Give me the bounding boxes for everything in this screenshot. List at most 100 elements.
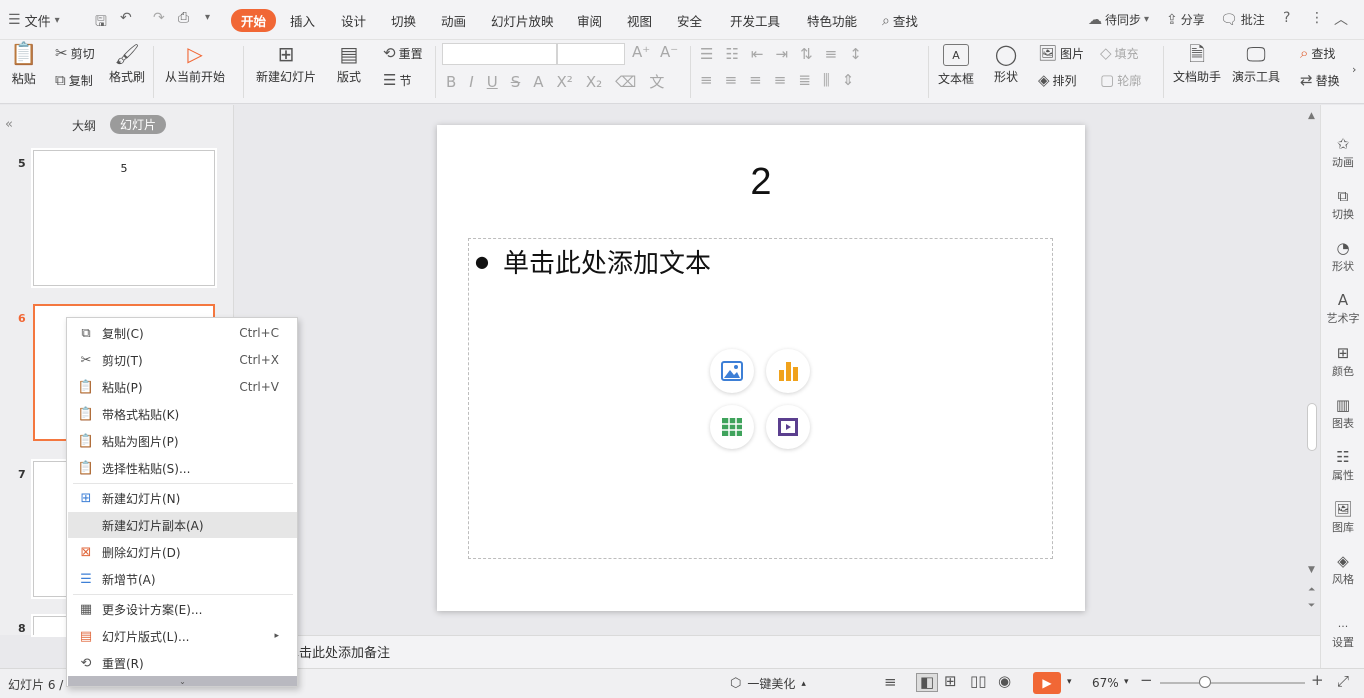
align-center-icon[interactable]: ≡ [725, 71, 738, 89]
comment-button[interactable]: 🗨 批注 [1220, 11, 1265, 28]
file-menu[interactable]: ☰ 文件 ▾ [8, 10, 60, 30]
picture-button[interactable]: 🖼 图片 [1038, 45, 1084, 62]
clear-format-icon[interactable]: ⌫ [615, 73, 636, 91]
chevron-down-icon[interactable]: ▾ [1124, 677, 1129, 687]
justify-icon[interactable]: ≡ [774, 71, 787, 89]
menu-item-duplicate-slide[interactable]: 新建幻灯片副本(A) [68, 512, 297, 538]
text-direction-icon[interactable]: ⇅ [800, 45, 813, 63]
cut-button[interactable]: ✂ 剪切 [55, 45, 95, 62]
decrease-font-icon[interactable]: A⁻ [660, 45, 678, 60]
tab-transition[interactable]: 切换 [391, 11, 416, 30]
reading-view-icon[interactable]: ▯▯ [970, 674, 987, 689]
find-button[interactable]: ⌕ 查找 [1300, 45, 1335, 62]
transition-pane-button[interactable]: ⧉ 切换 [1321, 189, 1364, 222]
zoom-out-icon[interactable]: − [1140, 673, 1153, 688]
gallery-pane-button[interactable]: 🖼 图库 [1321, 502, 1364, 535]
outline-button[interactable]: ▢ 轮廓 [1100, 72, 1141, 89]
style-pane-button[interactable]: ◈ 风格 [1321, 554, 1364, 587]
menu-item-delete-slide[interactable]: ⊠ 删除幻灯片(D) [68, 539, 297, 565]
subscript-icon[interactable]: X₂ [586, 73, 602, 91]
notes-pane[interactable]: 单击此处添加备注 [234, 635, 1320, 668]
play-slideshow-button[interactable]: ▶ [1033, 672, 1061, 694]
slide-sorter-icon[interactable]: ⊞ [944, 674, 957, 689]
previous-slide-icon[interactable]: ⏶ [1308, 585, 1315, 595]
undo-icon[interactable]: ↶ [120, 10, 132, 26]
doc-assistant-button[interactable]: 🗎 文档助手 [1173, 44, 1221, 85]
tab-developer[interactable]: 开发工具 [730, 11, 780, 30]
numbering-icon[interactable]: ☷ [725, 45, 738, 63]
print-icon[interactable]: ⎙ [178, 10, 189, 26]
slide-thumbnail[interactable]: 5 [33, 150, 215, 286]
italic-icon[interactable]: I [469, 73, 473, 91]
menu-item-copy[interactable]: ⧉ 复制(C) Ctrl+C [68, 320, 297, 346]
zoom-slider-thumb[interactable] [1199, 676, 1211, 688]
tab-features[interactable]: 特色功能 [807, 11, 857, 30]
zoom-in-icon[interactable]: + [1311, 673, 1324, 688]
slide-canvas[interactable]: 2 ● 单击此处添加文本 [437, 125, 1085, 611]
menu-item-cut[interactable]: ✂ 剪切(T) Ctrl+X [68, 347, 297, 373]
font-color-icon[interactable]: A [533, 73, 543, 91]
content-placeholder[interactable]: ● 单击此处添加文本 [468, 238, 1053, 559]
chart-pane-button[interactable]: ▥ 图表 [1321, 398, 1364, 431]
insert-video-button[interactable] [766, 405, 810, 449]
collapse-panel-icon[interactable]: « [5, 117, 13, 132]
decrease-indent-icon[interactable]: ⇤ [751, 45, 764, 63]
increase-font-icon[interactable]: A⁺ [632, 45, 650, 60]
search-button[interactable]: ⌕ 查找 [882, 11, 918, 30]
line-spacing-icon[interactable]: ↕ [849, 45, 862, 63]
menu-item-paste[interactable]: 📋 粘贴(P) Ctrl+V [68, 374, 297, 400]
next-slide-icon[interactable]: ⏷ [1308, 601, 1315, 611]
tab-design[interactable]: 设计 [341, 11, 366, 30]
copy-button[interactable]: ⧉ 复制 [55, 72, 93, 89]
distribute-icon[interactable]: ≣ [798, 71, 811, 89]
superscript-icon[interactable]: X² [557, 73, 573, 91]
play-from-current-button[interactable]: ▷ 从当前开始 [165, 44, 225, 85]
strikethrough-icon[interactable]: S [511, 73, 521, 91]
slide-title[interactable]: 2 [437, 161, 1085, 204]
fit-window-icon[interactable]: ⤢ [1337, 674, 1349, 689]
settings-pane-button[interactable]: ··· 设置 [1321, 621, 1364, 650]
vertical-align-icon[interactable]: ⇕ [842, 71, 855, 89]
help-icon[interactable]: ? [1283, 10, 1290, 26]
format-painter-button[interactable]: 🖌 格式刷 [109, 44, 145, 85]
scrollbar-thumb[interactable] [1307, 403, 1317, 451]
share-button[interactable]: ⇪ 分享 [1166, 11, 1205, 28]
tab-slides[interactable]: 幻灯片 [110, 115, 167, 134]
insert-picture-button[interactable] [710, 349, 754, 393]
phonetic-icon[interactable]: 文 [649, 71, 664, 92]
menu-item-reset[interactable]: ⟲ 重置(R) [68, 650, 297, 676]
align-left-icon[interactable]: ≡ [700, 71, 713, 89]
fill-button[interactable]: ◇ 填充 [1100, 45, 1139, 62]
color-pane-button[interactable]: ⊞ 颜色 [1321, 346, 1364, 379]
ribbon-scroll-right-icon[interactable]: › [1352, 64, 1356, 75]
sync-button[interactable]: ☁ 待同步 ▾ [1088, 11, 1149, 28]
menu-item-slide-layout[interactable]: ▤ 幻灯片版式(L)... ▸ [68, 623, 297, 649]
underline-icon[interactable]: U [487, 73, 498, 91]
scroll-up-icon[interactable]: ▲ [1308, 111, 1315, 121]
menu-item-more-designs[interactable]: ▦ 更多设计方案(E)... [68, 596, 297, 622]
layout-button[interactable]: ▤ 版式 [337, 44, 361, 85]
tab-outline[interactable]: 大纲 [72, 117, 96, 134]
vertical-scrollbar[interactable]: ▲ ▼ ⏶ ⏷ [1306, 105, 1320, 635]
shape-button[interactable]: ◯ 形状 [994, 44, 1018, 85]
quick-access-dropdown-icon[interactable]: ▾ [205, 12, 210, 23]
tab-home[interactable]: 开始 [231, 9, 277, 32]
zoom-slider-track[interactable] [1160, 682, 1305, 684]
wordart-pane-button[interactable]: A 艺术字 [1321, 293, 1364, 326]
insert-chart-button[interactable] [766, 349, 810, 393]
new-slide-button[interactable]: ⊞ 新建幻灯片 [256, 44, 316, 85]
properties-pane-button[interactable]: ☷ 属性 [1321, 450, 1364, 483]
tab-review[interactable]: 审阅 [577, 11, 602, 30]
menu-item-new-section[interactable]: ☰ 新增节(A) [68, 566, 297, 592]
chevron-down-icon[interactable]: ▾ [1067, 677, 1072, 687]
zoom-level[interactable]: 67% [1092, 676, 1119, 690]
font-size-select[interactable] [557, 43, 625, 65]
align-right-icon[interactable]: ≡ [749, 71, 762, 89]
redo-icon[interactable]: ↷ [153, 10, 165, 26]
font-name-select[interactable] [442, 43, 557, 65]
reset-button[interactable]: ⟲ 重置 [383, 45, 423, 62]
tab-animation[interactable]: 动画 [441, 11, 466, 30]
textbox-button[interactable]: A 文本框 [938, 44, 974, 87]
paste-button[interactable]: 📋 粘贴 [10, 44, 37, 87]
save-icon[interactable]: 🖫 [95, 11, 107, 35]
